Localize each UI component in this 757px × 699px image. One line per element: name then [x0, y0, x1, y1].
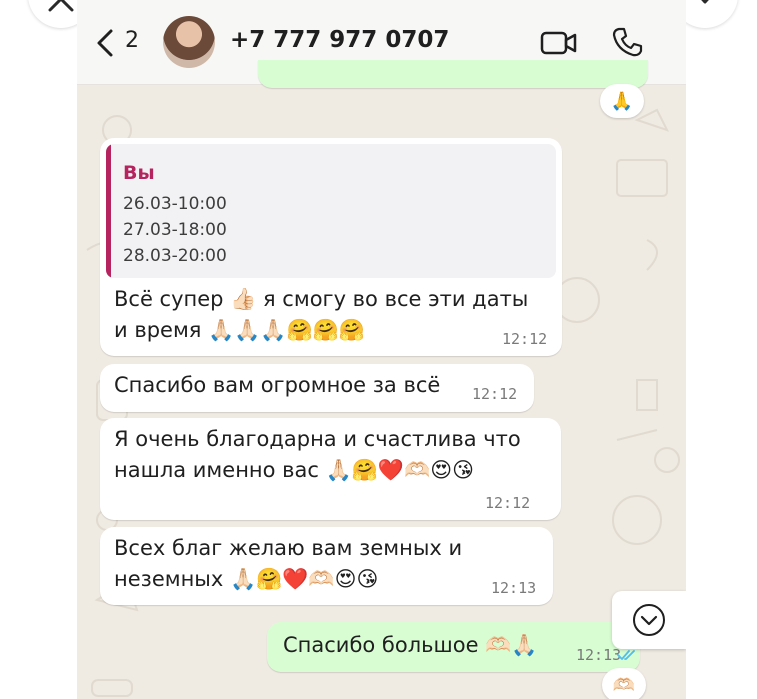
message-text: Всё супер 👍🏻 я смогу во все эти даты и в… [114, 287, 529, 342]
double-check-icon [617, 650, 635, 660]
message-time: 12:12 [472, 385, 518, 403]
quote-line: 26.03-10:00 [123, 194, 227, 214]
message-time: 12:12 [502, 330, 548, 348]
message-time: 12:13 [491, 579, 537, 597]
incoming-message[interactable]: Вы 26.03-10:00 27.03-18:00 28.03-20:00 В… [100, 138, 562, 356]
chat-screen: 2 +7 777 977 0707 🙏 Вы 26.03-10:00 27.03… [77, 0, 686, 699]
chevron-down-circle-icon [633, 604, 665, 636]
chevron-left-icon[interactable] [93, 28, 117, 58]
avatar[interactable] [163, 16, 215, 68]
quote-line: 27.03-18:00 [123, 220, 227, 240]
quote-line: 28.03-20:00 [123, 246, 227, 266]
message-reaction[interactable]: 🫶🏻 [602, 668, 646, 699]
unread-count[interactable]: 2 [125, 28, 139, 53]
message-text: Спасибо большое 🫶🏻🙏🏻 [283, 633, 538, 657]
message-text: Я очень благодарна и счастлива что нашла… [114, 427, 521, 482]
heart-icon [701, 0, 709, 4]
message-time: 12:12 [485, 494, 531, 512]
message-text: Всех благ желаю вам земных и неземных 🙏🏻… [114, 536, 463, 591]
message-text: Спасибо вам огромное за всё [114, 373, 441, 397]
incoming-message[interactable]: Всех благ желаю вам земных и неземных 🙏🏻… [100, 527, 553, 605]
video-camera-icon[interactable] [540, 30, 578, 56]
message-time: 12:13 [576, 646, 622, 664]
quote-accent-bar [106, 144, 111, 278]
incoming-message[interactable]: Спасибо вам огромное за всё 12:12 [100, 364, 534, 412]
incoming-message[interactable]: Я очень благодарна и счастлива что нашла… [100, 418, 561, 520]
close-icon [48, 0, 74, 12]
message-reaction[interactable]: 🙏 [600, 84, 644, 118]
contact-name[interactable]: +7 777 977 0707 [230, 27, 449, 53]
outgoing-message[interactable]: Спасибо большое 🫶🏻🙏🏻 12:13 [267, 622, 640, 672]
reaction-emoji: 🫶🏻 [612, 674, 636, 696]
phone-icon[interactable] [611, 26, 643, 58]
scroll-to-bottom-button[interactable] [612, 591, 686, 649]
quote-author: Вы [123, 162, 155, 184]
previous-outgoing-message[interactable] [258, 60, 648, 88]
reply-quote[interactable]: Вы 26.03-10:00 27.03-18:00 28.03-20:00 [106, 144, 556, 278]
reaction-emoji: 🙏 [610, 90, 634, 112]
